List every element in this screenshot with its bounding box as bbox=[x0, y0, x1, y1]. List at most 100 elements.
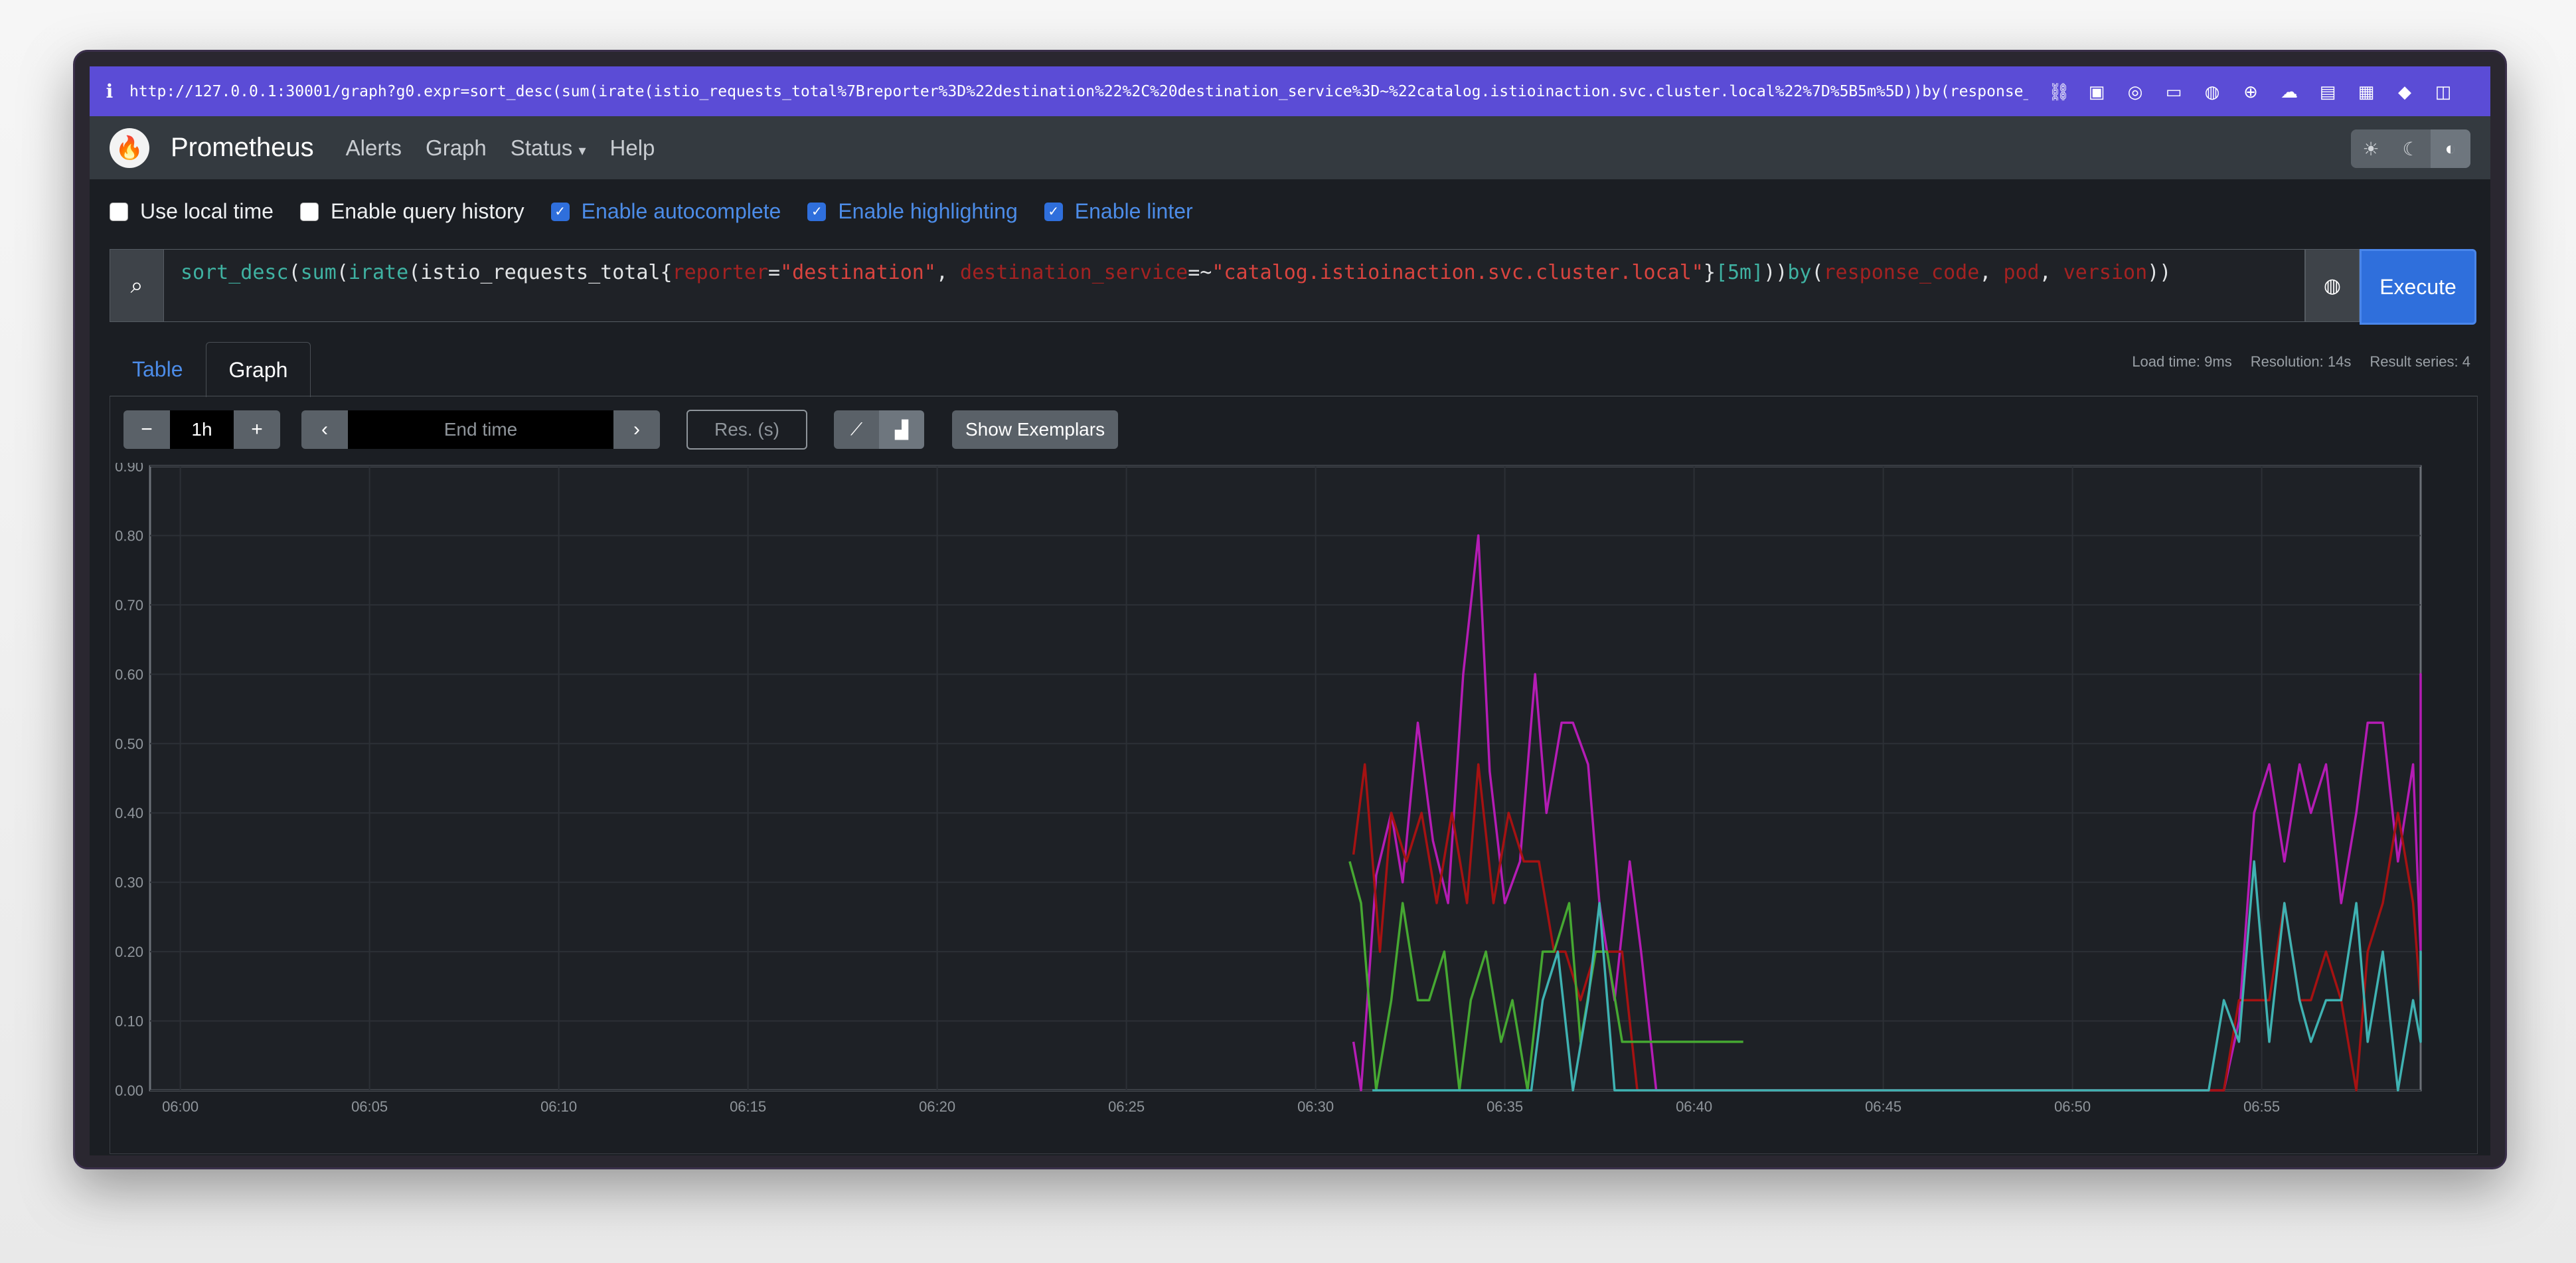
url-text[interactable]: http://127.0.0.1:30001/graph?g0.expr=sor… bbox=[129, 83, 2028, 100]
metrics-explorer-icon[interactable]: ◍ bbox=[2305, 249, 2360, 322]
query-token: [5m] bbox=[1715, 261, 1764, 284]
option-enable-query-history[interactable]: Enable query history bbox=[299, 199, 524, 224]
y-tick-label: 0.20 bbox=[115, 944, 143, 960]
increase-range-button[interactable]: + bbox=[234, 410, 280, 449]
cloud-icon[interactable]: ☁ bbox=[2279, 82, 2299, 102]
x-tick-label: 06:50 bbox=[2054, 1098, 2091, 1115]
tab-graph[interactable]: Graph bbox=[205, 342, 311, 397]
address-bar[interactable]: i http://127.0.0.1:30001/graph?g0.expr=s… bbox=[90, 66, 2490, 116]
query-token: ( bbox=[336, 261, 349, 284]
query-token: irate bbox=[348, 261, 409, 284]
plot-area bbox=[149, 465, 2422, 1092]
search-icon: ⌕ bbox=[110, 249, 164, 322]
x-tick-label: 06:35 bbox=[1487, 1098, 1523, 1115]
next-time-button[interactable]: › bbox=[613, 410, 660, 449]
prometheus-logo-icon[interactable]: 🔥 bbox=[110, 127, 149, 168]
site-info-icon[interactable]: i bbox=[90, 80, 129, 102]
checkbox-autocomplete[interactable]: ✓ bbox=[550, 202, 570, 221]
globe-icon[interactable]: ◍ bbox=[2202, 82, 2222, 102]
moon-icon[interactable]: ☾ bbox=[2391, 129, 2431, 168]
x-tick-label: 06:55 bbox=[2243, 1098, 2280, 1115]
chevron-down-icon: ▾ bbox=[578, 141, 586, 159]
query-token: , bbox=[1979, 261, 2004, 284]
sidebar-icon[interactable]: ◫ bbox=[2433, 82, 2453, 102]
query-bar: ⌕ sort_desc(sum(irate(istio_requests_tot… bbox=[110, 249, 2476, 325]
result-series: Result series: 4 bbox=[2370, 353, 2470, 370]
option-label: Enable autocomplete bbox=[581, 199, 781, 223]
top-navbar: 🔥 Prometheus Alerts Graph Status ▾ Help … bbox=[90, 116, 2490, 179]
show-exemplars-button[interactable]: Show Exemplars bbox=[952, 410, 1119, 449]
execute-button[interactable]: Execute bbox=[2360, 249, 2476, 325]
query-token: =~ bbox=[1188, 261, 1212, 284]
main-content: Use local time Enable query history ✓ Ena… bbox=[90, 179, 2490, 1155]
checkbox-query-history[interactable] bbox=[299, 202, 319, 221]
brand-title[interactable]: Prometheus bbox=[171, 133, 314, 163]
time-series-chart[interactable]: 0.00 0.10 0.20 0.30 0.40 0.50 0.60 0.70 0.80 0.90… bbox=[110, 463, 2477, 1153]
nav-status-label: Status bbox=[510, 135, 573, 160]
contrast-icon[interactable]: ◐ bbox=[2431, 129, 2470, 168]
query-token: = bbox=[768, 261, 781, 284]
option-use-local-time[interactable]: Use local time bbox=[110, 199, 274, 224]
sun-icon[interactable]: ☀ bbox=[2351, 129, 2391, 168]
terminal-icon[interactable]: ▭ bbox=[2164, 82, 2184, 102]
query-token: , bbox=[935, 261, 961, 284]
y-tick-label: 0.10 bbox=[115, 1013, 143, 1030]
x-tick-label: 06:15 bbox=[730, 1098, 766, 1115]
result-tabs: Table Graph bbox=[110, 342, 311, 397]
option-enable-autocomplete[interactable]: ✓ Enable autocomplete bbox=[550, 199, 781, 224]
end-time-input[interactable]: End time bbox=[348, 410, 613, 449]
y-tick-label: 0.30 bbox=[115, 875, 143, 891]
line-chart-icon[interactable]: ⟋ bbox=[834, 410, 879, 449]
query-token: ( bbox=[1811, 261, 1824, 284]
graph-panel: − 1h + ‹ End time › Res. (s) ⟋ ▟ Show Ex… bbox=[110, 396, 2478, 1154]
link-icon[interactable]: ⛓ bbox=[2048, 82, 2070, 102]
drop-icon[interactable]: ◆ bbox=[2395, 82, 2415, 102]
decrease-range-button[interactable]: − bbox=[123, 410, 170, 449]
resolution: Resolution: 14s bbox=[2250, 353, 2352, 370]
query-token: )) bbox=[2147, 261, 2172, 284]
option-label: Enable query history bbox=[330, 199, 524, 223]
query-token: sort_desc bbox=[181, 261, 289, 284]
stacked-chart-icon[interactable]: ▟ bbox=[879, 410, 924, 449]
folder-icon[interactable]: ▤ bbox=[2318, 82, 2338, 102]
nav-graph[interactable]: Graph bbox=[426, 135, 487, 161]
x-tick-label: 06:10 bbox=[540, 1098, 577, 1115]
option-enable-highlighting[interactable]: ✓ Enable highlighting bbox=[807, 199, 1018, 224]
query-options: Use local time Enable query history ✓ Ena… bbox=[110, 199, 1193, 224]
query-token: sum bbox=[300, 261, 337, 284]
nav-help[interactable]: Help bbox=[610, 135, 655, 161]
option-enable-linter[interactable]: ✓ Enable linter bbox=[1044, 199, 1193, 224]
y-tick-label: 0.40 bbox=[115, 805, 143, 821]
query-token: ( bbox=[408, 261, 421, 284]
crosshair-icon[interactable]: ⊕ bbox=[2241, 82, 2261, 102]
query-token: } bbox=[1703, 261, 1716, 284]
expression-input[interactable]: sort_desc(sum(irate(istio_requests_total… bbox=[164, 249, 2305, 322]
query-token: by bbox=[1787, 261, 1812, 284]
resolution-input[interactable]: Res. (s) bbox=[686, 410, 807, 450]
load-time: Load time: 9ms bbox=[2132, 353, 2232, 370]
browser-window: i http://127.0.0.1:30001/graph?g0.expr=s… bbox=[73, 50, 2507, 1169]
checkbox-linter[interactable]: ✓ bbox=[1044, 202, 1063, 221]
query-token: version bbox=[2063, 261, 2148, 284]
y-tick-label: 0.90 bbox=[115, 463, 143, 475]
tab-table[interactable]: Table bbox=[110, 342, 206, 396]
query-token: , bbox=[2039, 261, 2063, 284]
query-token: response_code bbox=[1823, 261, 1980, 284]
nav-alerts[interactable]: Alerts bbox=[346, 135, 402, 161]
checkbox-highlighting[interactable]: ✓ bbox=[807, 202, 827, 221]
x-tick-label: 06:30 bbox=[1297, 1098, 1334, 1115]
range-input[interactable]: 1h bbox=[170, 410, 234, 449]
theme-switcher: ☀ ☾ ◐ bbox=[2351, 129, 2470, 168]
query-stats: Load time: 9ms Resolution: 14s Result se… bbox=[2132, 353, 2470, 371]
extension-icon[interactable]: ▦ bbox=[2356, 82, 2376, 102]
y-tick-label: 0.60 bbox=[115, 666, 143, 683]
query-token: destination_service bbox=[960, 261, 1188, 284]
end-time-group: ‹ End time › bbox=[301, 410, 660, 449]
graph-controls: − 1h + ‹ End time › Res. (s) ⟋ ▟ Show Ex… bbox=[123, 410, 1119, 450]
nav-status[interactable]: Status ▾ bbox=[511, 135, 586, 161]
previous-time-button[interactable]: ‹ bbox=[301, 410, 348, 449]
checkbox-use-local-time[interactable] bbox=[110, 202, 128, 221]
camera-icon[interactable]: ◎ bbox=[2125, 82, 2145, 102]
download-icon[interactable]: ▣ bbox=[2087, 82, 2107, 102]
x-tick-label: 06:05 bbox=[351, 1098, 388, 1115]
